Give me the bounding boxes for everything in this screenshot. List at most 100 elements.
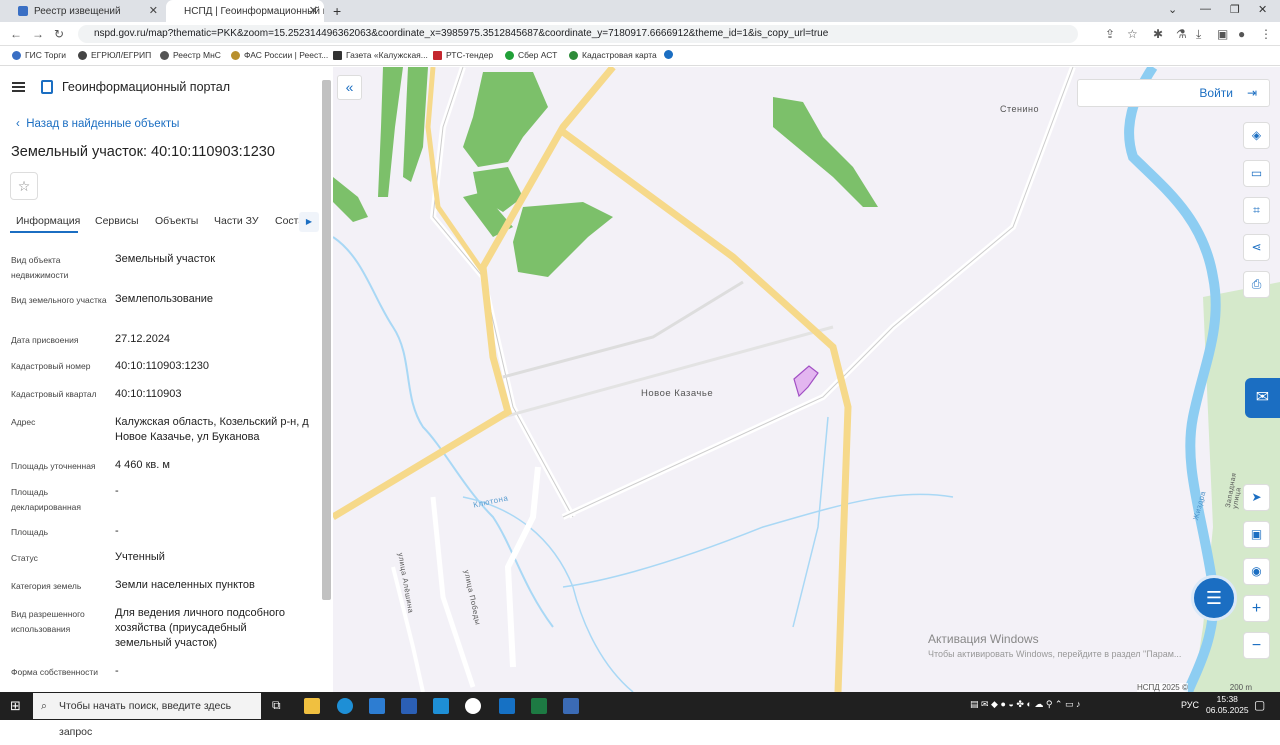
calculator-icon[interactable] bbox=[563, 698, 579, 714]
tab-search-icon[interactable]: ⌄ bbox=[1168, 3, 1177, 16]
close-tab-icon[interactable]: ✕ bbox=[309, 4, 318, 17]
field-value: Для ведения личного подсобного хозяйства… bbox=[115, 607, 286, 649]
windows-start-icon[interactable]: ⊞ bbox=[10, 698, 21, 714]
field-label: Категория земель bbox=[11, 581, 82, 591]
collapse-panel-icon[interactable]: « bbox=[337, 75, 362, 100]
explorer-icon[interactable] bbox=[304, 698, 320, 714]
close-tab-icon[interactable]: ✕ bbox=[149, 4, 158, 17]
select-area-icon[interactable]: ⌗ bbox=[1243, 197, 1270, 224]
field-label: Площадь декларированная bbox=[11, 487, 81, 512]
object-title: Земельный участок: 40:10:110903:1230 bbox=[11, 144, 275, 160]
profile-icon[interactable]: ● bbox=[1238, 27, 1245, 41]
tab-services[interactable]: Сервисы bbox=[95, 215, 139, 227]
task-view-icon[interactable]: ⧉ bbox=[272, 698, 281, 713]
bookmark-egrul[interactable]: ЕГРЮЛ/ЕГРИП bbox=[78, 50, 151, 60]
field-value: Земли населенных пунктов bbox=[115, 579, 255, 591]
browser-tab-bar: Реестр извещений ✕ НСПД | Геоинформацион… bbox=[0, 0, 1280, 22]
tab-objects[interactable]: Объекты bbox=[155, 215, 198, 227]
rts-icon bbox=[433, 50, 442, 60]
bookmark-rts[interactable]: РТС-тендер bbox=[433, 50, 493, 60]
map-canvas[interactable]: Новое Казачье Стенино Клютона улица Алёш… bbox=[333, 67, 1280, 692]
selected-parcel bbox=[793, 365, 819, 398]
outlook-icon[interactable] bbox=[499, 698, 515, 714]
maximize-icon[interactable]: ❐ bbox=[1230, 3, 1240, 16]
portal-logo-icon bbox=[41, 80, 53, 94]
support-chat-icon[interactable]: ☰ bbox=[1191, 575, 1237, 621]
tab-nspd[interactable]: НСПД | Геоинформационный п... ✕ bbox=[166, 0, 324, 22]
back-to-results-link[interactable]: ‹ Назад в найденные объекты bbox=[16, 118, 179, 130]
menu-hamburger-icon[interactable] bbox=[12, 82, 25, 92]
forest-patch bbox=[513, 202, 613, 277]
chevron-left-icon: ‹ bbox=[16, 118, 27, 130]
bookmark-extra[interactable] bbox=[664, 50, 677, 59]
field-value: - bbox=[115, 665, 119, 677]
bookmark-gis-torgi[interactable]: ГИС Торги bbox=[12, 50, 66, 60]
forward-arrow-icon[interactable]: → bbox=[32, 27, 44, 41]
sber-icon bbox=[505, 50, 514, 60]
tab-parts[interactable]: Части ЗУ bbox=[214, 215, 259, 227]
chrome-icon[interactable] bbox=[465, 698, 481, 714]
stenino-label: Стенино bbox=[1000, 104, 1039, 114]
close-window-icon[interactable]: ✕ bbox=[1258, 3, 1267, 16]
ruler-icon[interactable]: ▭ bbox=[1243, 160, 1270, 187]
favorite-star-icon[interactable]: ☆ bbox=[10, 172, 38, 200]
stream bbox=[792, 416, 829, 628]
new-tab-icon[interactable]: + bbox=[333, 3, 341, 19]
extensions-icon[interactable]: ✱ bbox=[1153, 27, 1163, 41]
reload-icon[interactable]: ↻ bbox=[54, 27, 64, 41]
back-arrow-icon[interactable]: ← bbox=[10, 27, 22, 41]
fas-icon bbox=[231, 50, 240, 60]
field-label: Кадастровый номер bbox=[11, 361, 91, 371]
print-icon[interactable]: ⎙ bbox=[1243, 271, 1270, 298]
excel-icon[interactable] bbox=[531, 698, 547, 714]
panel-scrollbar[interactable] bbox=[322, 80, 331, 600]
language-indicator[interactable]: РУС bbox=[1181, 700, 1199, 710]
field-value: 27.12.2024 bbox=[115, 333, 171, 345]
geolocation-icon[interactable]: ➤ bbox=[1243, 484, 1270, 511]
road bbox=[502, 325, 834, 419]
tab-registry[interactable]: Реестр извещений ✕ bbox=[6, 0, 164, 22]
portal-title: Геоинформационный портал bbox=[62, 80, 231, 94]
menu-dots-icon[interactable]: ⋮ bbox=[1260, 27, 1272, 41]
taskbar-clock[interactable]: 15:38 06.05.2025 bbox=[1206, 694, 1249, 716]
taskbar-search-input[interactable]: ⌕ Чтобы начать поиск, введите здесь запр… bbox=[33, 693, 261, 738]
sidebar-icon[interactable]: ▣ bbox=[1217, 27, 1228, 41]
tray-icons[interactable]: ▤ ✉ ◆ ● ◒ ✤ ◐ ☁ ⚲ ⌃ ▭ ♪ bbox=[970, 699, 1080, 710]
field-value: Землепользование bbox=[115, 293, 214, 305]
download-icon[interactable]: ⤓ bbox=[1196, 27, 1201, 42]
layers-icon[interactable]: ◈ bbox=[1243, 122, 1270, 149]
share-icon[interactable]: ⇪ bbox=[1105, 27, 1115, 41]
bookmark-gazeta[interactable]: Газета «Калужская... bbox=[333, 50, 428, 60]
road bbox=[504, 466, 541, 668]
forest-patch bbox=[773, 97, 878, 207]
tab-information[interactable]: Информация bbox=[16, 215, 80, 227]
field-value: Учтенный bbox=[115, 551, 165, 563]
minimap-icon[interactable]: ▣ bbox=[1243, 521, 1270, 548]
zoom-in-icon[interactable]: + bbox=[1243, 595, 1270, 622]
url-input[interactable]: nspd.gov.ru/map?thematic=PKK&zoom=15.252… bbox=[78, 25, 1078, 43]
share-icon[interactable]: ⋖ bbox=[1243, 234, 1270, 261]
bookmark-cadastral-map[interactable]: Кадастровая карта bbox=[569, 50, 657, 60]
field-label: Вид объекта недвижимости bbox=[11, 255, 69, 280]
bookmark-star-icon[interactable]: ☆ bbox=[1127, 27, 1138, 41]
mail-icon[interactable] bbox=[433, 698, 449, 714]
location-pin-icon[interactable]: ◉ bbox=[1243, 558, 1270, 585]
chat-side-icon[interactable]: ✉ bbox=[1245, 378, 1280, 418]
bookmark-reestr-mns[interactable]: Реестр МнС bbox=[160, 50, 221, 60]
gazeta-icon bbox=[333, 50, 342, 60]
edge-icon[interactable] bbox=[337, 698, 353, 714]
bookmark-sber-ast[interactable]: Сбер АСТ bbox=[505, 50, 557, 60]
nspd-bookmark-icon bbox=[664, 50, 673, 59]
word-icon[interactable] bbox=[401, 698, 417, 714]
windows-taskbar: ⊞ ⌕ Чтобы начать поиск, введите здесь за… bbox=[0, 692, 1280, 738]
zoom-out-icon[interactable]: − bbox=[1243, 632, 1270, 659]
store-icon[interactable] bbox=[369, 698, 385, 714]
bookmark-fas[interactable]: ФАС России | Реест... bbox=[231, 50, 328, 60]
minimize-icon[interactable]: — bbox=[1200, 3, 1211, 15]
lab-icon[interactable]: ⚗ bbox=[1176, 27, 1187, 41]
notifications-icon[interactable]: ▢ bbox=[1254, 698, 1265, 712]
tabs-scroll-right-icon[interactable]: ▶ bbox=[299, 212, 319, 232]
login-button[interactable]: Войти ⇥ bbox=[1077, 79, 1270, 107]
forest-patch bbox=[463, 72, 548, 167]
tab-composition[interactable]: Соста... bbox=[275, 215, 299, 227]
